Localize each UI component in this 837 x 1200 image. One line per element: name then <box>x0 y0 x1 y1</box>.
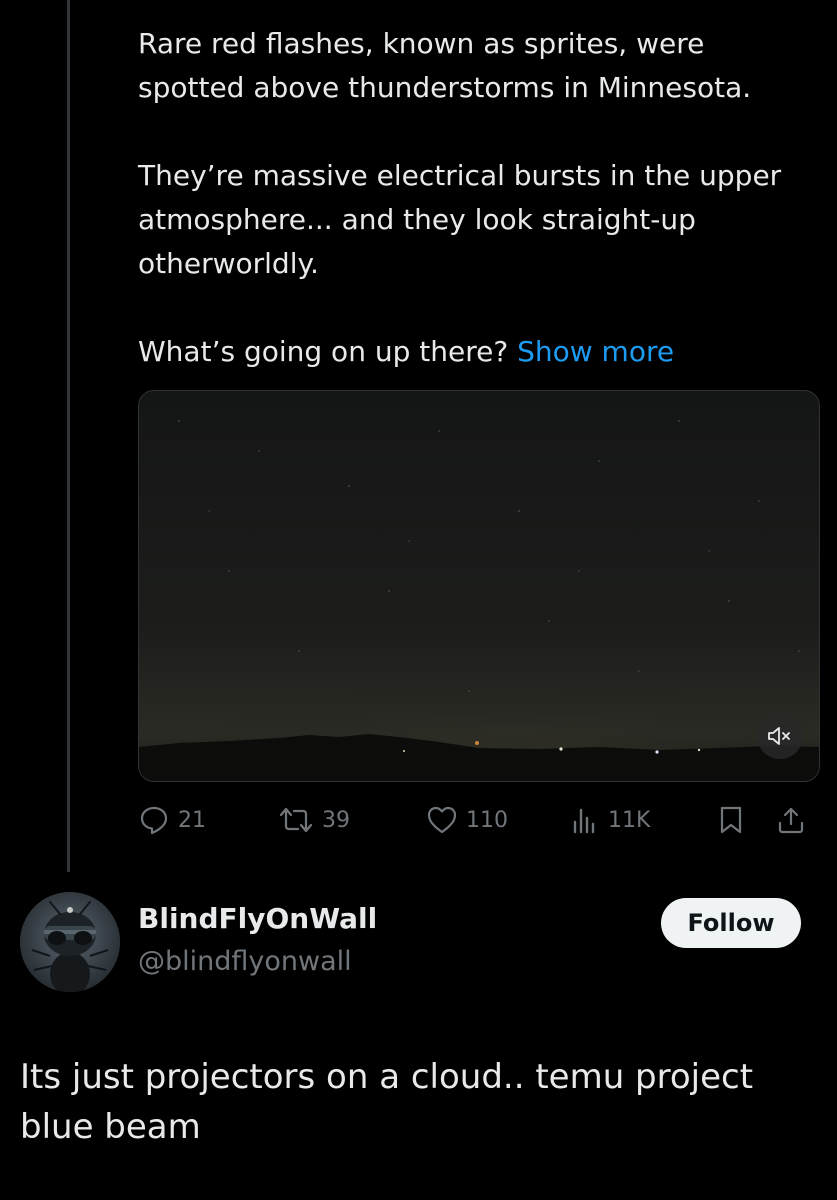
share-button[interactable] <box>776 798 806 842</box>
follow-button[interactable]: Follow <box>661 898 801 948</box>
reply-icon <box>140 806 168 835</box>
views-count: 11K <box>608 807 651 833</box>
tweet-paragraph-1: Rare red flashes, known as sprites, were… <box>138 27 752 104</box>
tweet-paragraph-2: They’re massive electrical bursts in the… <box>138 159 782 280</box>
tweet-paragraph-3: What’s going on up there? Show more <box>138 330 818 374</box>
retweet-count: 39 <box>322 807 350 833</box>
night-sky-video-frame <box>139 391 819 781</box>
like-button[interactable]: 110 <box>426 798 508 842</box>
bookmark-icon <box>720 806 742 834</box>
reply-handle: @blindflyonwall <box>138 946 352 977</box>
avatar[interactable] <box>20 892 120 992</box>
reply-display-name[interactable]: BlindFlyOnWall <box>138 902 377 935</box>
tweet-body: Rare red flashes, known as sprites, were… <box>138 22 818 374</box>
reply-count: 21 <box>178 807 206 833</box>
views-icon <box>573 808 595 834</box>
tweet-video[interactable] <box>138 390 820 782</box>
reply-header: BlindFlyOnWall @blindflyonwall Follow <box>20 890 820 1000</box>
fly-avatar-image <box>20 892 120 992</box>
speaker-muted-icon <box>768 727 790 745</box>
like-icon <box>427 806 457 834</box>
mute-toggle-button[interactable] <box>757 713 803 759</box>
tweet-paragraph-3-text: What’s going on up there? <box>138 335 509 368</box>
retweet-button[interactable]: 39 <box>278 798 350 842</box>
like-count: 110 <box>466 807 508 833</box>
bookmark-button[interactable] <box>716 798 746 842</box>
tweet-action-bar: 21 39 110 11K <box>138 798 818 842</box>
show-more-link[interactable]: Show more <box>517 335 674 368</box>
views-button[interactable]: 11K <box>570 798 650 842</box>
share-icon <box>778 807 804 834</box>
thread-connector-line <box>67 0 70 872</box>
retweet-icon <box>279 807 313 833</box>
reply-body: Its just projectors on a cloud.. temu pr… <box>20 1057 754 1147</box>
reply-button[interactable]: 21 <box>138 798 206 842</box>
